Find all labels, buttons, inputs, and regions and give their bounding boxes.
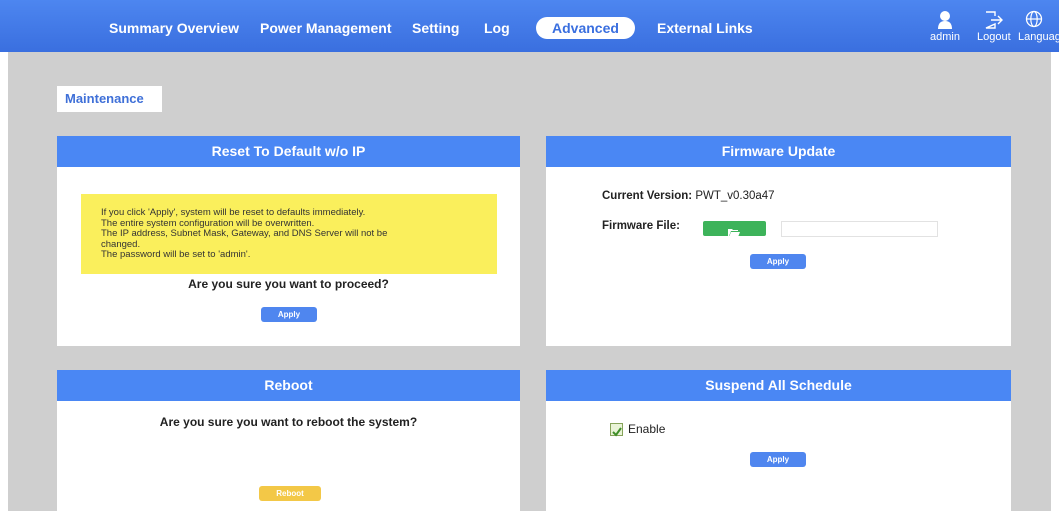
nav-advanced[interactable]: Advanced (536, 17, 635, 39)
suspend-panel-title: Suspend All Schedule (546, 370, 1011, 401)
reset-warning-notice: If you click 'Apply', system will be res… (81, 194, 497, 274)
reset-confirm-question: Are you sure you want to proceed? (188, 277, 389, 291)
nav-power-management[interactable]: Power Management (260, 20, 391, 36)
nav-log[interactable]: Log (484, 20, 510, 36)
checkmark-icon (612, 424, 622, 442)
suspend-schedule-panel: Suspend All Schedule Enable Apply (546, 370, 1011, 511)
admin-user[interactable]: admin (930, 10, 960, 43)
current-version-value: PWT_v0.30a47 (695, 190, 775, 202)
logout-icon (977, 10, 1011, 30)
reset-panel-title: Reset To Default w/o IP (57, 136, 520, 167)
reset-apply-button[interactable]: Apply (261, 307, 317, 322)
current-version-row: Current Version: PWT_v0.30a47 (602, 190, 775, 202)
nav-summary-overview[interactable]: Summary Overview (109, 20, 239, 36)
browse-file-button[interactable] (703, 221, 766, 237)
current-version-label: Current Version: (602, 190, 693, 202)
reboot-button[interactable]: Reboot (259, 486, 321, 501)
admin-label: admin (930, 31, 960, 43)
firmware-file-input[interactable] (781, 221, 938, 237)
nav-external-links[interactable]: External Links (657, 20, 753, 36)
folder-open-icon (728, 224, 740, 242)
nav-setting[interactable]: Setting (412, 20, 459, 36)
logout-button[interactable]: Logout (977, 10, 1011, 43)
firmware-panel-title: Firmware Update (546, 136, 1011, 167)
enable-label: Enable (628, 422, 666, 436)
suspend-apply-button[interactable]: Apply (750, 452, 806, 467)
firmware-update-panel: Firmware Update Current Version: PWT_v0.… (546, 136, 1011, 346)
maintenance-label: Maintenance (57, 86, 162, 112)
notice-line: The IP address, Subnet Mask, Gateway, an… (101, 228, 388, 239)
user-icon (930, 10, 960, 30)
language-label: Languag (1018, 31, 1059, 43)
reboot-panel: Reboot Are you sure you want to reboot t… (57, 370, 520, 511)
frame-left-edge (0, 52, 8, 511)
enable-checkbox[interactable] (610, 423, 623, 437)
reboot-confirm-question: Are you sure you want to reboot the syst… (159, 415, 418, 429)
notice-line: The password will be set to 'admin'. (101, 249, 251, 260)
globe-icon (1024, 10, 1044, 30)
logout-label: Logout (977, 31, 1011, 43)
top-navbar: Summary Overview Power Management Settin… (0, 0, 1059, 52)
firmware-apply-button[interactable]: Apply (750, 254, 806, 269)
reset-default-panel: Reset To Default w/o IP If you click 'Ap… (57, 136, 520, 346)
notice-line: If you click 'Apply', system will be res… (101, 207, 366, 218)
frame-right-edge (1051, 52, 1059, 511)
language-button[interactable]: Languag (1018, 10, 1059, 43)
firmware-file-label: Firmware File: (602, 220, 680, 232)
reboot-panel-title: Reboot (57, 370, 520, 401)
